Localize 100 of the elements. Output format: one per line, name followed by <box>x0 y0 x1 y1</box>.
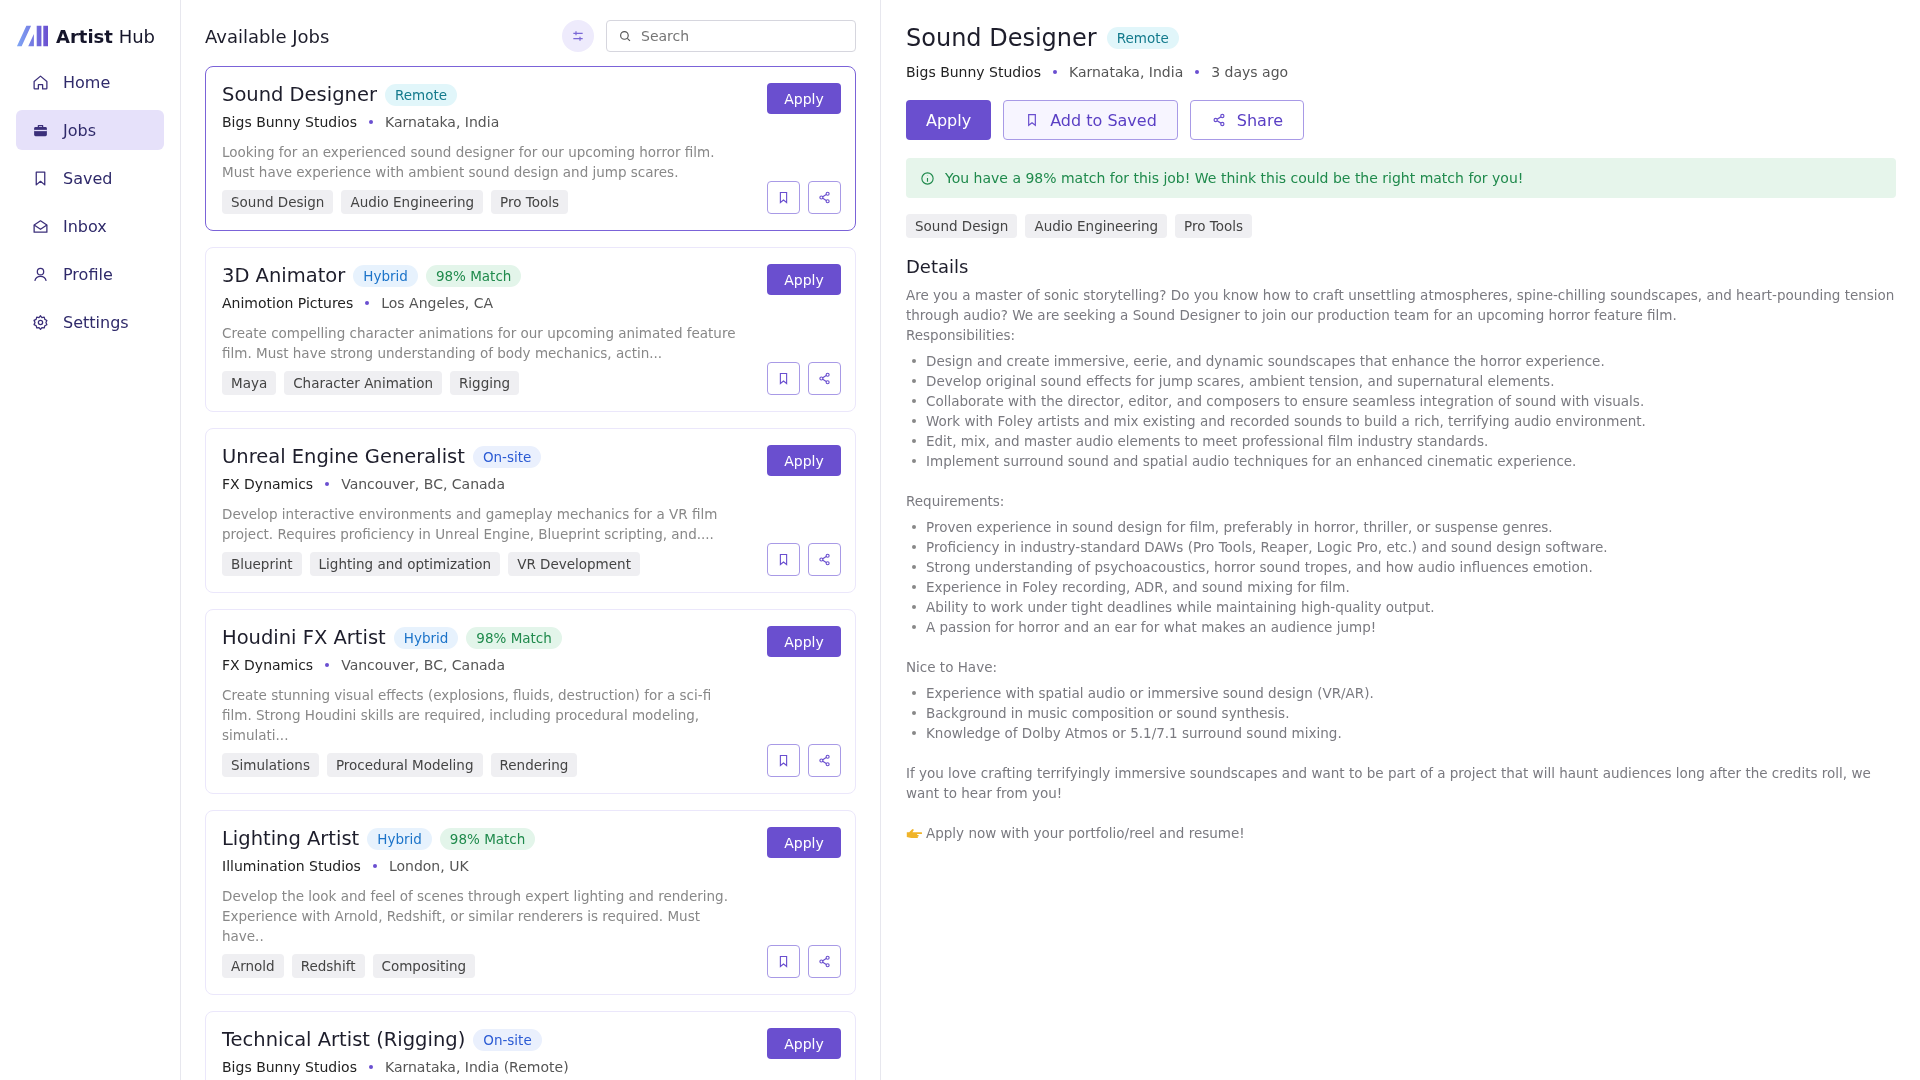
list-item: Implement surround sound and spatial audio techniques for an enhanced cinematic experience. <box>926 452 1577 471</box>
company-name: Bigs Bunny Studios <box>906 64 1041 80</box>
skill-tag: Rigging <box>449 371 520 395</box>
separator-dot <box>325 482 330 486</box>
share-button[interactable] <box>808 362 841 395</box>
separator-dot <box>368 120 373 124</box>
info-icon <box>920 170 935 186</box>
job-badge: Remote <box>384 83 458 106</box>
job-badge: 98% Match <box>425 264 522 287</box>
skill-tag: Arnold <box>222 954 284 978</box>
save-button[interactable] <box>767 181 800 214</box>
apply-button[interactable]: Apply <box>906 100 992 140</box>
job-card[interactable] <box>205 66 856 231</box>
call-to-action: Apply now with your portfolio/reel and resume! <box>926 824 1245 843</box>
job-title: Houdini FX Artist <box>222 626 386 649</box>
apply-button[interactable]: Apply <box>767 264 841 295</box>
job-description: Develop the look and feel of scenes through expert lighting and rendering. Experience with Arnold, Redshift, or similar renderers is required. Must have.. <box>222 887 729 946</box>
posted-date: 3 days ago <box>1211 64 1289 80</box>
add-to-saved-button[interactable]: Add to Saved <box>1003 100 1178 140</box>
company-name: FX Dynamics <box>222 657 314 673</box>
filter-button[interactable] <box>562 20 594 52</box>
bullet-icon <box>912 711 916 715</box>
bullet-icon <box>912 419 916 423</box>
nav-item[interactable]: Settings <box>16 302 164 342</box>
list-item: Proven experience in sound design for film, preferably in horror, thriller, or suspense genres. <box>926 518 1553 537</box>
share-icon <box>817 753 832 768</box>
details-subheading: Nice to Have: <box>906 658 998 677</box>
nav-item[interactable]: Saved <box>16 158 164 198</box>
bullet-icon <box>912 379 916 383</box>
job-description: Looking for an experienced sound designer for our upcoming horror film. Must have experience with ambient sound design and jump scares. <box>222 143 716 182</box>
settings-icon <box>32 313 49 331</box>
job-badge: Hybrid <box>393 626 459 649</box>
details-subheading: Responsibilities: <box>906 326 1017 345</box>
nav-item[interactable]: Profile <box>16 254 164 294</box>
share-button[interactable] <box>808 744 841 777</box>
separator-dot <box>372 864 377 868</box>
apply-button[interactable]: Apply <box>767 83 841 114</box>
job-badge: On-site <box>472 445 542 468</box>
apply-button[interactable]: Apply <box>767 1028 841 1059</box>
nav-item[interactable]: Jobs <box>16 110 164 150</box>
save-button[interactable] <box>767 744 800 777</box>
list-item: Edit, mix, and master audio elements to meet professional film industry standards. <box>926 432 1489 451</box>
company-name: Animotion Pictures <box>222 295 354 311</box>
job-title: 3D Animator <box>222 264 346 287</box>
job-badge: On-site <box>473 1028 542 1051</box>
bullet-icon <box>912 585 916 589</box>
share-button[interactable]: Share <box>1189 100 1304 140</box>
bullet-icon <box>912 605 916 609</box>
bullet-icon <box>912 399 916 403</box>
job-badge: Hybrid <box>367 827 432 850</box>
job-title: Sound Designer <box>906 24 1097 52</box>
company-name: Bigs Bunny Studios <box>222 1059 357 1075</box>
logo-icon <box>16 24 48 48</box>
separator-dot <box>1195 70 1200 74</box>
bullet-icon <box>912 545 916 549</box>
skill-tag: Lighting and optimization <box>309 552 501 576</box>
skill-tag: Pro Tools <box>491 190 569 214</box>
list-item: Knowledge of Dolby Atmos or 5.1/7.1 surround sound mixing. <box>926 724 1342 743</box>
apply-button[interactable]: Apply <box>767 827 841 858</box>
share-icon <box>817 190 832 205</box>
skill-tag: Simulations <box>222 753 319 777</box>
nav-item[interactable]: Home <box>16 62 164 102</box>
job-title: Lighting Artist <box>222 827 360 850</box>
search-field[interactable]: Search <box>606 20 856 52</box>
bullet-icon <box>912 359 916 363</box>
share-button[interactable] <box>808 543 841 576</box>
share-button[interactable] <box>808 945 841 978</box>
job-description: Create stunning visual effects (explosions, fluids, destruction) for a sci-fi film. Strong Houdini skills are required, including procedural modeling, simulati... <box>222 686 713 745</box>
match-message: You have a 98% match for this job! We think this could be the right match for you! <box>945 170 1524 186</box>
home-icon <box>32 73 49 91</box>
list-item: Proficiency in industry-standard DAWs (Pro Tools, Reaper, Logic Pro, etc.) and sound design software. <box>926 538 1608 557</box>
skill-tag: Redshift <box>291 954 365 978</box>
job-location: London, UK <box>388 858 469 874</box>
brand-name: Artist Hub <box>56 25 155 47</box>
list-item: Background in music composition or sound synthesis. <box>926 704 1290 723</box>
separator-dot <box>365 301 370 305</box>
apply-button[interactable]: Apply <box>767 626 841 657</box>
skill-tag: VR Development <box>508 552 640 576</box>
nav-item[interactable]: Inbox <box>16 206 164 246</box>
job-location: Karnataka, India <box>1068 64 1184 80</box>
save-button[interactable] <box>767 543 800 576</box>
pointing-hand-icon <box>906 827 922 839</box>
save-button[interactable] <box>767 362 800 395</box>
share-icon <box>817 954 832 969</box>
apply-button[interactable]: Apply <box>767 445 841 476</box>
save-button[interactable] <box>767 945 800 978</box>
bullet-icon <box>912 459 916 463</box>
sliders-icon <box>570 28 586 44</box>
job-card[interactable]: Technical Artist (Rigging) On-site Bigs Bunny Studios Karnataka, India (Remote) Apply <box>205 1011 856 1080</box>
skill-tag: Compositing <box>372 954 476 978</box>
share-button[interactable] <box>808 181 841 214</box>
skill-tag: Rendering <box>490 753 578 777</box>
job-location: Vancouver, BC, Canada <box>341 476 506 492</box>
job-badge: 98% Match <box>439 827 536 850</box>
bullet-icon <box>912 731 916 735</box>
envelope-icon <box>32 217 49 235</box>
list-item: A passion for horror and an ear for what makes an audience jump! <box>926 618 1377 637</box>
skill-tag: Sound Design <box>222 190 334 214</box>
details-heading: Details <box>906 256 970 277</box>
share-icon <box>817 371 832 386</box>
